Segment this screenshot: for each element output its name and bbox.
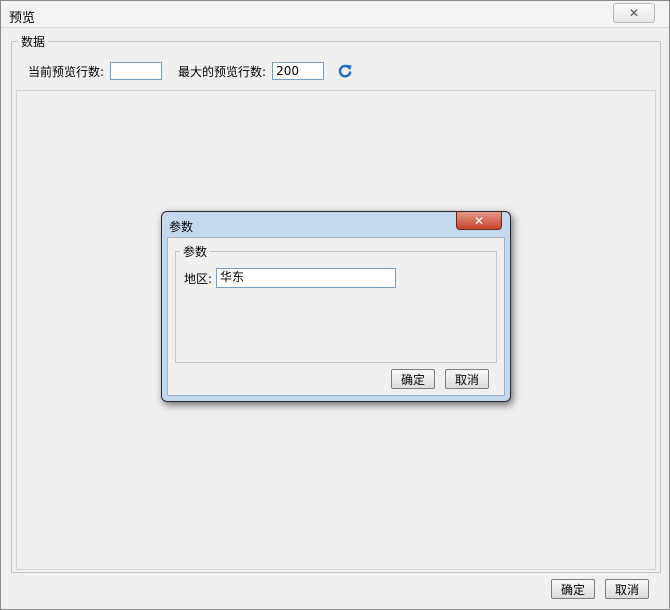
window-title: 预览 xyxy=(9,11,36,26)
region-label: 地区: xyxy=(184,271,213,286)
current-rows-label: 当前预览行数: xyxy=(28,64,105,79)
close-icon: ✕ xyxy=(473,213,485,228)
parameter-group: 参数 地区: 华东 xyxy=(175,243,497,363)
max-rows-field[interactable]: 200 xyxy=(272,62,325,80)
parameter-dialog-title: 参数 xyxy=(169,220,194,234)
refresh-button[interactable] xyxy=(336,62,354,80)
data-group-label: 数据 xyxy=(18,33,49,50)
close-icon: ✕ xyxy=(628,6,640,20)
cancel-button[interactable]: 取消 xyxy=(605,579,649,599)
title-bar: 预览 ✕ xyxy=(1,1,669,28)
parameter-dialog-close-button[interactable]: ✕ xyxy=(456,212,502,230)
parameter-group-label: 参数 xyxy=(180,243,211,260)
current-rows-field[interactable] xyxy=(110,62,163,80)
max-rows-label: 最大的预览行数: xyxy=(178,64,267,79)
region-row: 地区: 华东 xyxy=(184,268,397,288)
dialog-cancel-button[interactable]: 取消 xyxy=(445,369,489,389)
dialog-ok-button[interactable]: 确定 xyxy=(391,369,435,389)
region-input[interactable]: 华东 xyxy=(216,268,397,288)
refresh-icon xyxy=(338,64,352,78)
window-close-button[interactable]: ✕ xyxy=(613,3,655,23)
preview-rows-toolbar: 当前预览行数: 最大的预览行数: 200 xyxy=(28,60,660,82)
parameter-dialog-body: 参数 地区: 华东 确定 取消 xyxy=(167,237,505,396)
ok-button[interactable]: 确定 xyxy=(551,579,595,599)
parameter-dialog: 参数 ✕ 参数 地区: 华东 确定 取消 xyxy=(161,211,511,402)
